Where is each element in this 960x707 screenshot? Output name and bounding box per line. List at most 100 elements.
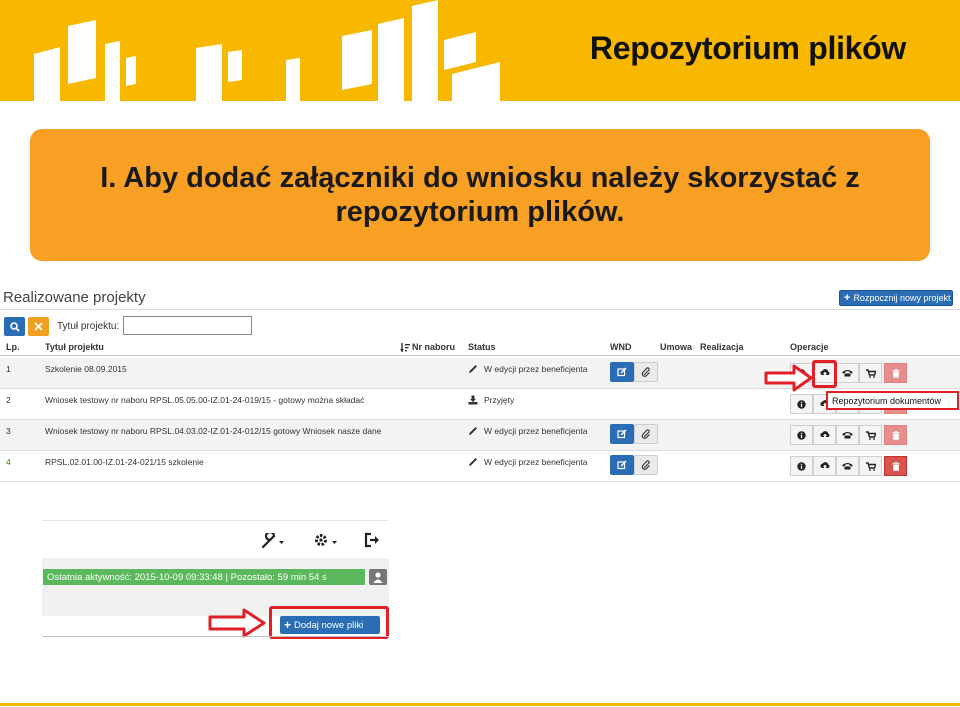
row-status-label: W edycji przez beneficjenta — [484, 364, 588, 374]
col-realizacja: Realizacja — [700, 342, 744, 352]
col-title[interactable]: Tytuł projektu — [45, 342, 104, 352]
col-lp: Lp. — [6, 342, 20, 352]
row-title[interactable]: RPSL.02.01.00-IZ.01-24-021/15 szkolenie — [45, 457, 204, 467]
cart-icon — [865, 368, 876, 378]
close-icon — [34, 322, 43, 331]
phone-icon — [842, 462, 853, 470]
phone-button[interactable] — [836, 456, 859, 476]
highlight-upload-button — [812, 360, 837, 388]
col-nr-header[interactable]: Nr naboru — [400, 342, 455, 352]
table-row: 4 RPSL.02.01.00-IZ.01-24-021/15 szkolenie… — [0, 451, 960, 482]
info-icon — [797, 430, 806, 440]
tooltip-repository: Repozytorium dokumentów — [826, 391, 959, 410]
repository-divider — [42, 636, 389, 637]
wnd-edit-button[interactable] — [610, 424, 634, 444]
wnd-edit-button[interactable] — [610, 455, 634, 475]
row-status-label: W edycji przez beneficjenta — [484, 426, 588, 436]
search-button[interactable] — [4, 317, 25, 336]
cart-button[interactable] — [859, 425, 882, 445]
phone-icon — [842, 431, 853, 439]
info-button[interactable] — [790, 456, 813, 476]
highlight-add-files-button — [269, 606, 389, 639]
repository-button[interactable] — [813, 456, 836, 476]
row-lp: 2 — [6, 395, 11, 405]
info-icon — [797, 399, 806, 409]
row-status: Przyjęty — [468, 395, 514, 405]
logout-icon[interactable] — [364, 532, 380, 548]
cart-icon — [865, 430, 876, 440]
col-umowa: Umowa — [660, 342, 693, 352]
edit-icon — [617, 429, 627, 439]
cart-button[interactable] — [859, 456, 882, 476]
pointer-arrow-row1 — [764, 364, 813, 392]
plus-icon: + — [844, 292, 851, 304]
new-project-button[interactable]: + Rozpocznij nowy projekt — [839, 290, 953, 306]
row-lp: 1 — [6, 364, 11, 374]
trash-button[interactable] — [884, 456, 907, 476]
wnd-attachments-button[interactable] — [634, 424, 658, 444]
activity-badge: Ostatnia aktywność: 2015-10-09 09:33:48 … — [43, 569, 365, 585]
pencil-icon — [468, 457, 481, 467]
trash-icon — [892, 430, 900, 440]
wnd-edit-button[interactable] — [610, 362, 634, 382]
edit-icon — [617, 367, 627, 377]
phone-icon — [842, 369, 853, 377]
trash-icon — [892, 368, 900, 378]
info-button[interactable] — [790, 425, 813, 445]
section-title: Realizowane projekty — [3, 289, 146, 306]
banner-text: I. Aby dodać załączniki do wniosku należ… — [100, 162, 860, 228]
col-status: Status — [468, 342, 496, 352]
new-project-label: Rozpocznij nowy projekt — [853, 293, 951, 303]
slide-title: Repozytorium plików — [589, 30, 906, 66]
table-row: 2 Wniosek testowy nr naboru RPSL.05.05.00… — [0, 389, 960, 420]
trash-button[interactable] — [884, 425, 907, 445]
row-status: W edycji przez beneficjenta — [468, 364, 587, 374]
sort-icon — [400, 342, 410, 352]
pencil-icon — [468, 426, 481, 436]
col-operacje: Operacje — [790, 342, 829, 352]
row-title[interactable]: Wniosek testowy nr naboru RPSL.04.03.02-… — [45, 426, 381, 436]
info-icon — [797, 461, 806, 471]
search-label: Tytuł projektu: — [57, 321, 120, 332]
row-status: W edycji przez beneficjenta — [468, 426, 587, 436]
phone-button[interactable] — [836, 425, 859, 445]
cart-icon — [865, 461, 876, 471]
cart-button[interactable] — [859, 363, 882, 383]
row-status: W edycji przez beneficjenta — [468, 457, 587, 467]
edit-icon — [617, 460, 627, 470]
gear-icon[interactable] — [314, 533, 340, 549]
row-title[interactable]: Wniosek testowy nr naboru RPSL.05.05.00-… — [45, 395, 364, 405]
inbox-icon — [468, 395, 481, 405]
wrench-icon[interactable] — [261, 533, 285, 549]
row-status-label: W edycji przez beneficjenta — [484, 457, 588, 467]
slide: Repozytorium plików I. Aby dodać załączn… — [0, 0, 960, 707]
footer-line — [0, 703, 960, 706]
instruction-banner: I. Aby dodać załączniki do wniosku należ… — [30, 129, 930, 261]
fundusze-logo — [34, 0, 500, 101]
row-title[interactable]: Szkolenie 08.09.2015 — [45, 364, 127, 374]
pencil-icon — [468, 364, 481, 374]
header-divider — [0, 355, 960, 356]
user-button[interactable] — [369, 569, 387, 585]
row-lp: 3 — [6, 426, 11, 436]
row-status-label: Przyjęty — [484, 395, 515, 405]
wnd-attachments-button[interactable] — [634, 455, 658, 475]
repository-button[interactable] — [813, 425, 836, 445]
col-wnd: WND — [610, 342, 632, 352]
paperclip-icon — [641, 460, 651, 470]
trash-button[interactable] — [884, 363, 907, 383]
pointer-arrow-add-files — [208, 608, 266, 638]
info-button[interactable] — [790, 394, 813, 414]
row-lp: 4 — [6, 457, 11, 467]
table-row: 3 Wniosek testowy nr naboru RPSL.04.03.02… — [0, 420, 960, 451]
search-input[interactable] — [123, 316, 252, 335]
phone-button[interactable] — [836, 363, 859, 383]
section-divider — [0, 309, 960, 310]
upload-icon — [819, 430, 830, 440]
paperclip-icon — [641, 429, 651, 439]
wnd-attachments-button[interactable] — [634, 362, 658, 382]
trash-icon — [892, 461, 900, 471]
repository-panel: Ostatnia aktywność: 2015-10-09 09:33:48 … — [42, 520, 389, 642]
clear-search-button[interactable] — [28, 317, 49, 336]
col-nr: Nr naboru — [412, 342, 456, 352]
